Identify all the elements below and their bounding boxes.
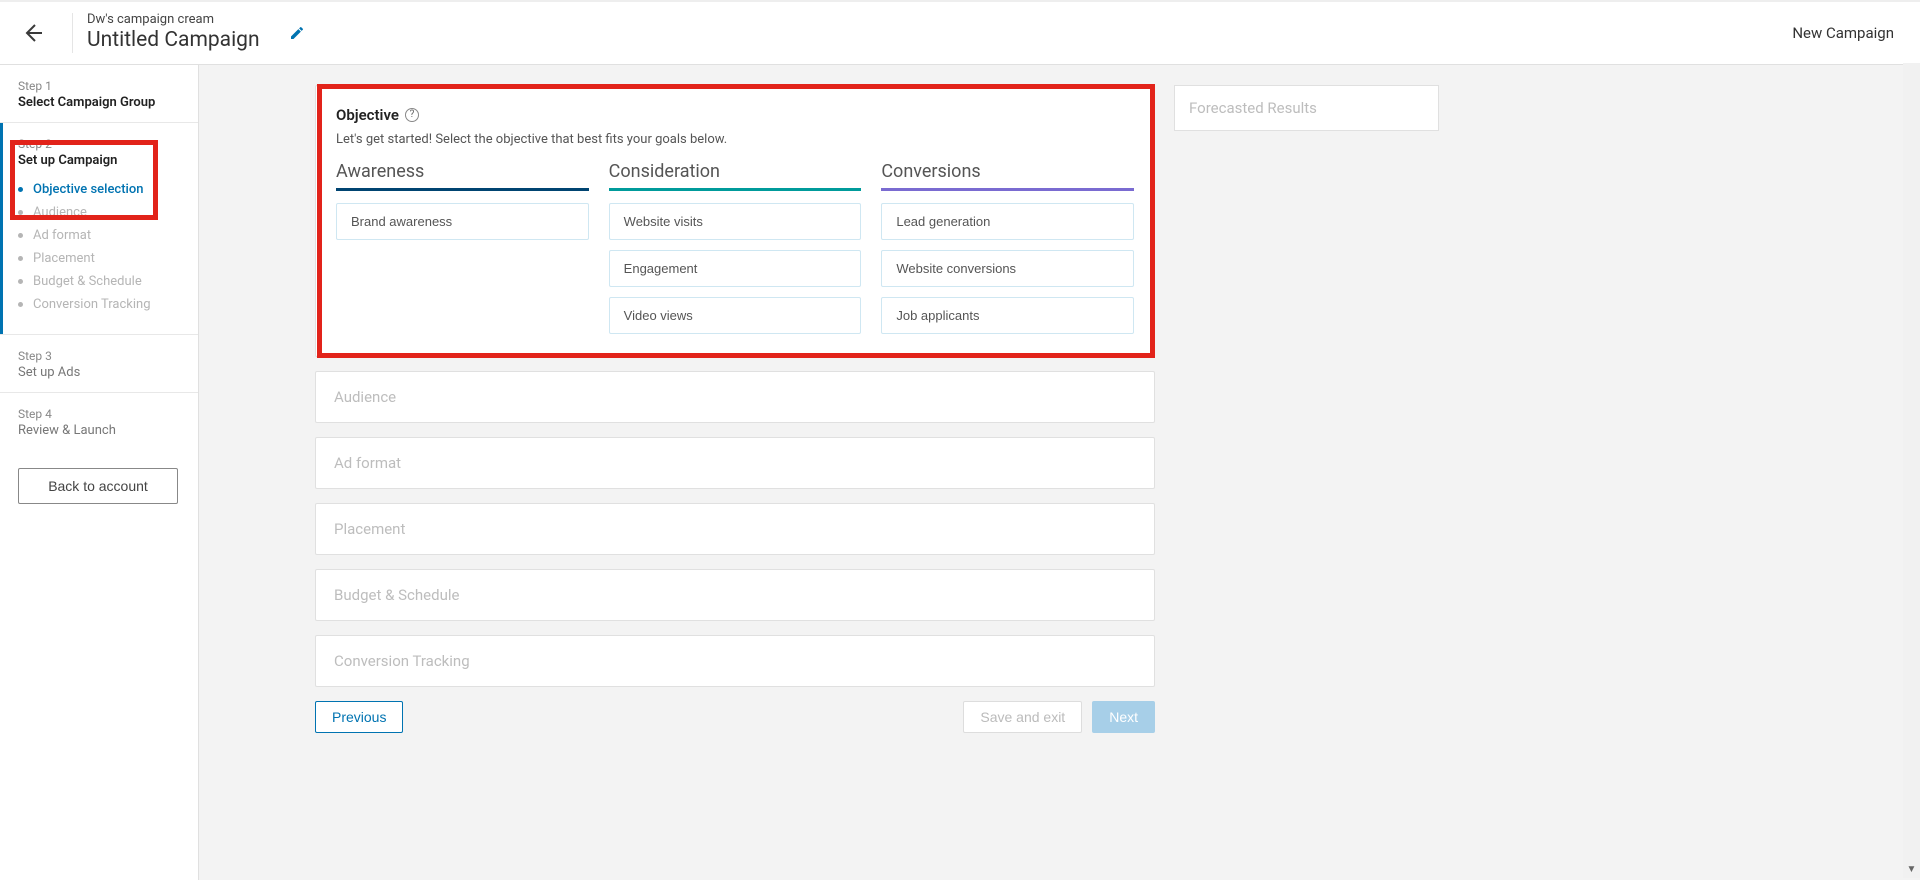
sidebar-item-placement[interactable]: Placement xyxy=(18,247,180,270)
footer-buttons: Previous Save and exit Next xyxy=(315,701,1155,733)
objective-col-awareness: Awareness Brand awareness xyxy=(336,161,589,334)
sidebar-item-label: Placement xyxy=(33,251,95,266)
sidebar-item-audience[interactable]: Audience xyxy=(18,201,180,224)
collapsed-placement[interactable]: Placement xyxy=(315,503,1155,555)
option-brand-awareness[interactable]: Brand awareness xyxy=(336,203,589,240)
next-button[interactable]: Next xyxy=(1092,701,1155,733)
sidebar-item-objective-selection[interactable]: Objective selection xyxy=(18,178,180,201)
sidebar-item-label: Ad format xyxy=(33,228,91,243)
edit-icon[interactable] xyxy=(288,24,306,42)
objective-col-consideration: Consideration Website visits Engagement … xyxy=(609,161,862,334)
objective-subtitle: Let's get started! Select the objective … xyxy=(336,132,1134,147)
header-titles: Dw's campaign cream Untitled Campaign xyxy=(87,12,260,55)
option-engagement[interactable]: Engagement xyxy=(609,250,862,287)
step3-label: Step 3 xyxy=(18,349,180,363)
step2-block[interactable]: Step 2 Set up Campaign Objective selecti… xyxy=(0,123,198,335)
underline-conversions xyxy=(881,188,1134,191)
forecasted-results-title: Forecasted Results xyxy=(1189,99,1317,117)
option-video-views[interactable]: Video views xyxy=(609,297,862,334)
content-area: Objective ? Let's get started! Select th… xyxy=(199,65,1920,880)
header-breadcrumb: Dw's campaign cream xyxy=(87,12,260,28)
objective-card: Objective ? Let's get started! Select th… xyxy=(315,85,1155,357)
objective-title: Objective xyxy=(336,106,399,124)
step1-title: Select Campaign Group xyxy=(18,95,180,110)
sidebar-item-label: Budget & Schedule xyxy=(33,274,142,289)
step3-title: Set up Ads xyxy=(18,365,180,380)
scroll-down-arrow-icon[interactable]: ▼ xyxy=(1903,861,1920,878)
sidebar-item-label: Conversion Tracking xyxy=(33,297,151,312)
underline-consideration xyxy=(609,188,862,191)
step4-title: Review & Launch xyxy=(18,423,180,438)
sidebar-item-conversion-tracking[interactable]: Conversion Tracking xyxy=(18,293,180,316)
header-bar: Dw's campaign cream Untitled Campaign Ne… xyxy=(0,2,1920,65)
step4-label: Step 4 xyxy=(18,407,180,421)
sidebar-item-label: Objective selection xyxy=(33,182,143,197)
help-icon[interactable]: ? xyxy=(405,108,419,122)
step2-sublist: Objective selection Audience Ad format P… xyxy=(18,178,180,316)
collapsed-ad-format[interactable]: Ad format xyxy=(315,437,1155,489)
sidebar-item-budget-schedule[interactable]: Budget & Schedule xyxy=(18,270,180,293)
sidebar-item-ad-format[interactable]: Ad format xyxy=(18,224,180,247)
step3-block[interactable]: Step 3 Set up Ads xyxy=(0,335,198,393)
header-right-label: New Campaign xyxy=(1792,24,1894,42)
step2-title: Set up Campaign xyxy=(18,153,180,168)
option-lead-generation[interactable]: Lead generation xyxy=(881,203,1134,240)
option-job-applicants[interactable]: Job applicants xyxy=(881,297,1134,334)
collapsed-conversion-tracking[interactable]: Conversion Tracking xyxy=(315,635,1155,687)
col-title-conversions: Conversions xyxy=(881,161,1134,188)
step4-block[interactable]: Step 4 Review & Launch xyxy=(0,393,198,450)
save-exit-button[interactable]: Save and exit xyxy=(963,701,1082,733)
col-title-awareness: Awareness xyxy=(336,161,589,188)
header-divider xyxy=(72,13,73,53)
option-website-visits[interactable]: Website visits xyxy=(609,203,862,240)
previous-button[interactable]: Previous xyxy=(315,701,403,733)
active-step-indicator xyxy=(0,123,3,334)
collapsed-audience[interactable]: Audience xyxy=(315,371,1155,423)
campaign-title: Untitled Campaign xyxy=(87,27,260,54)
scrollbar[interactable]: ▼ xyxy=(1903,63,1920,878)
option-website-conversions[interactable]: Website conversions xyxy=(881,250,1134,287)
sidebar-item-label: Audience xyxy=(33,205,87,220)
sidebar: Step 1 Select Campaign Group Step 2 Set … xyxy=(0,65,199,880)
objective-col-conversions: Conversions Lead generation Website conv… xyxy=(881,161,1134,334)
step2-label: Step 2 xyxy=(18,137,180,151)
collapsed-budget-schedule[interactable]: Budget & Schedule xyxy=(315,569,1155,621)
back-arrow-icon[interactable] xyxy=(18,19,46,47)
back-to-account-button[interactable]: Back to account xyxy=(18,468,178,504)
col-title-consideration: Consideration xyxy=(609,161,862,188)
step1-block[interactable]: Step 1 Select Campaign Group xyxy=(0,65,198,123)
forecasted-results-panel[interactable]: Forecasted Results xyxy=(1174,85,1439,131)
underline-awareness xyxy=(336,188,589,191)
step1-label: Step 1 xyxy=(18,79,180,93)
